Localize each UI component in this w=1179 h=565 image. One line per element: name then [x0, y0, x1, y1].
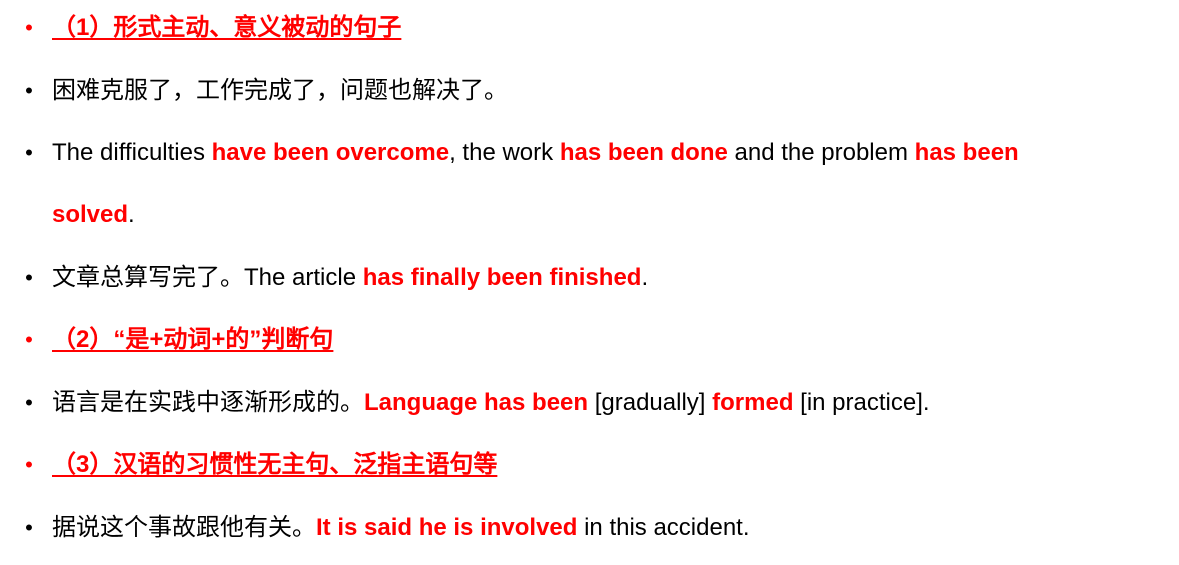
section-2-heading: （2）“是+动词+的”判断句	[52, 326, 334, 353]
highlight-text: It is said he is involved	[316, 514, 578, 541]
example-1-chinese: 困难克服了，工作完成了，问题也解决了。	[52, 77, 508, 104]
bullet: •	[25, 515, 33, 540]
highlight-text: solved	[52, 201, 129, 228]
bullet: •	[25, 140, 33, 165]
highlight-text: has finally been finished	[362, 264, 642, 291]
plain-text: .	[128, 201, 135, 228]
plain-text: and the problem	[727, 139, 915, 166]
bullet: •	[25, 265, 33, 290]
chinese-text: 据说这个事故跟他有关。	[52, 514, 316, 541]
chinese-text: 文章总算写完了。	[52, 264, 244, 291]
plain-text: [in practice].	[793, 389, 930, 416]
plain-text: [gradually]	[588, 389, 713, 416]
plain-text: The difficulties	[52, 139, 212, 166]
plain-text: , the work	[449, 139, 560, 166]
highlight-text: formed	[712, 389, 794, 416]
bullet: •	[25, 452, 33, 477]
example-4: 据说这个事故跟他有关。It is said he is involved in …	[52, 512, 750, 544]
example-2: 文章总算写完了。The article has finally been fin…	[52, 262, 648, 294]
plain-text: in this accident.	[577, 514, 750, 541]
example-3: 语言是在实践中逐渐形成的。Language has been [graduall…	[52, 387, 930, 419]
chinese-text: 语言是在实践中逐渐形成的。	[52, 389, 364, 416]
plain-text: The article	[244, 264, 363, 291]
example-1-english: The difficulties have been overcome, the…	[52, 137, 1019, 169]
bullet: •	[25, 15, 33, 40]
highlight-text: have been overcome	[211, 139, 450, 166]
bullet: •	[25, 327, 33, 352]
section-3-heading: （3）汉语的习惯性无主句、泛指主语句等	[52, 451, 498, 478]
bullet: •	[25, 390, 33, 415]
example-1-english-wrap: solved.	[52, 199, 135, 231]
section-1-heading: （1）形式主动、意义被动的句子	[52, 14, 402, 41]
bullet: •	[25, 78, 33, 103]
highlight-text: has been done	[559, 139, 728, 166]
highlight-text: has been	[914, 139, 1019, 166]
highlight-text: Language has been	[364, 389, 589, 416]
plain-text: .	[641, 264, 649, 291]
